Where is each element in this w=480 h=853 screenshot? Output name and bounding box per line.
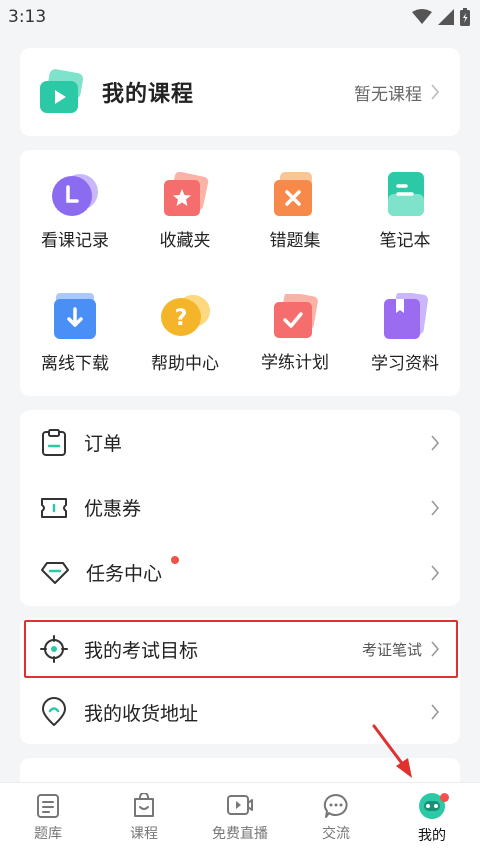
my-courses-card[interactable]: 我的课程 暂无课程 (20, 48, 460, 136)
grid-item-help-center[interactable]: ? 帮助中心 (130, 272, 240, 394)
address-row[interactable]: 我的收货地址 (20, 680, 460, 744)
grid-label: 帮助中心 (151, 353, 219, 374)
tab-label: 我的 (418, 828, 446, 844)
grid-item-favorites[interactable]: 收藏夹 (130, 150, 240, 272)
coupons-label: 优惠券 (84, 498, 142, 520)
menu-list-card: 订单 优惠券 任务中心 (20, 410, 460, 606)
task-center-label: 任务中心 (86, 559, 430, 586)
tab-courses[interactable]: 课程 (96, 783, 192, 853)
course-play-icon (40, 69, 84, 113)
status-bar: 3:13 (0, 0, 480, 34)
notebook-icon (388, 171, 424, 216)
notification-dot (171, 556, 179, 564)
question-bank-icon (37, 794, 59, 818)
clipboard-icon (42, 428, 66, 456)
course-status-text: 暂无课程 (354, 84, 422, 105)
status-time: 3:13 (8, 7, 47, 27)
exam-goal-row[interactable]: 我的考试目标 考证笔试 (20, 618, 460, 680)
task-center-text: 任务中心 (86, 563, 163, 585)
exam-goal-value-group: 考证笔试 (362, 639, 440, 660)
svg-text:?: ? (175, 306, 188, 331)
chevron-right-icon (431, 641, 440, 657)
menu-list-card-2: 我的考试目标 考证笔试 我的收货地址 (20, 618, 460, 744)
feature-grid-card: 看课记录 收藏夹 错题集 笔记本 离线下载 ? 帮助中心 学练计划 学习资料 (20, 150, 460, 396)
download-icon (54, 292, 96, 339)
tab-label: 题库 (34, 826, 62, 842)
orders-label: 订单 (84, 433, 123, 455)
status-icons (412, 8, 470, 26)
live-video-icon (227, 795, 253, 815)
grid-label: 学习资料 (371, 353, 439, 374)
coupons-row[interactable]: 优惠券 (20, 475, 460, 540)
favorite-star-icon (164, 171, 209, 216)
study-plan-icon (274, 293, 318, 338)
grid-label: 学练计划 (261, 352, 329, 373)
course-status: 暂无课程 (354, 80, 440, 105)
wrong-questions-icon (274, 171, 312, 216)
notification-dot (440, 793, 449, 802)
tab-label: 免费直播 (212, 826, 268, 842)
target-icon (40, 635, 68, 663)
grid-item-notebook[interactable]: 笔记本 (350, 150, 460, 272)
history-icon (52, 173, 98, 216)
orders-row[interactable]: 订单 (20, 410, 460, 475)
grid-item-wrong-questions[interactable]: 错题集 (240, 150, 350, 272)
address-label: 我的收货地址 (84, 702, 199, 725)
signal-icon (438, 9, 454, 25)
grid-label: 错题集 (269, 230, 321, 251)
diamond-icon (41, 561, 69, 584)
exam-goal-value: 考证笔试 (361, 640, 422, 659)
battery-icon (460, 8, 470, 26)
tab-mine[interactable]: 我的 (384, 783, 480, 853)
chat-bubble-icon (323, 793, 348, 818)
task-center-row[interactable]: 任务中心 (20, 540, 460, 605)
grid-label: 离线下载 (41, 353, 109, 374)
course-bag-icon (134, 793, 154, 817)
exam-goal-label: 我的考试目标 (84, 639, 199, 662)
wifi-icon (412, 9, 432, 24)
tab-free-live[interactable]: 免费直播 (192, 783, 288, 853)
chevron-right-icon (431, 704, 440, 720)
my-courses-title: 我的课程 (102, 82, 195, 107)
grid-label: 笔记本 (379, 230, 431, 251)
tab-community[interactable]: 交流 (288, 783, 384, 853)
bottom-tab-bar: 题库 课程 免费直播 交流 我的 (0, 782, 480, 853)
tab-label: 课程 (130, 826, 158, 842)
grid-label: 看课记录 (41, 230, 109, 251)
grid-item-study-plan[interactable]: 学练计划 (240, 272, 350, 394)
chevron-right-icon (431, 564, 440, 581)
grid-label: 收藏夹 (159, 230, 211, 251)
chevron-right-icon (431, 434, 440, 451)
tab-question-bank[interactable]: 题库 (0, 783, 96, 853)
chevron-right-icon (431, 499, 440, 516)
help-icon: ? (161, 294, 210, 336)
grid-item-history[interactable]: 看课记录 (20, 150, 130, 272)
location-pin-icon (42, 697, 66, 726)
chevron-right-icon (431, 84, 440, 100)
tab-label: 交流 (322, 826, 350, 842)
grid-item-study-materials[interactable]: 学习资料 (350, 272, 460, 394)
grid-item-offline-download[interactable]: 离线下载 (20, 272, 130, 394)
study-materials-icon (384, 292, 428, 339)
coupon-ticket-icon (41, 497, 67, 518)
